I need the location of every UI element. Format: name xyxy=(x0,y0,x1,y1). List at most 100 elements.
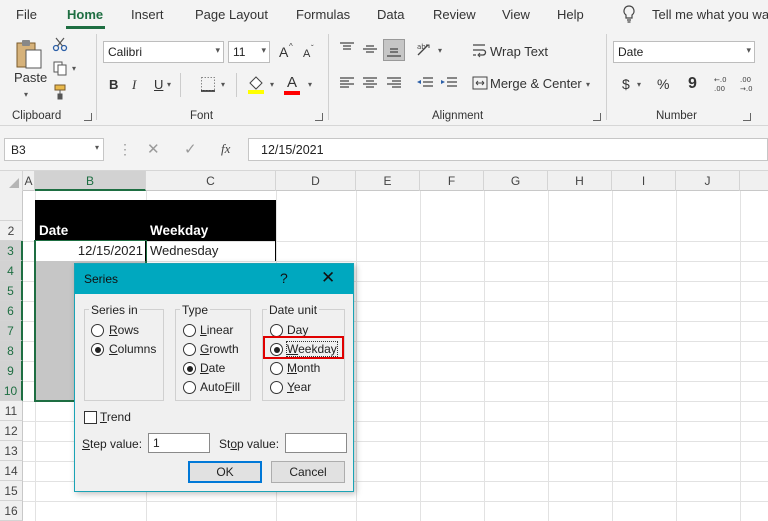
radio-autofill[interactable] xyxy=(183,381,196,394)
column-header-a[interactable]: A xyxy=(23,171,35,191)
cell-c2-weekday-header[interactable]: Weekday xyxy=(146,221,276,241)
cell-b3[interactable]: 12/15/2021 xyxy=(36,241,146,261)
orientation-dropdown-icon[interactable]: ▾ xyxy=(438,46,442,55)
decrease-decimal-icon[interactable]: .00 →.0 xyxy=(740,74,760,95)
radio-linear[interactable] xyxy=(183,324,196,337)
radio-rows[interactable] xyxy=(91,324,104,337)
row-header-8[interactable]: 8 xyxy=(0,341,23,361)
row-header-16[interactable]: 16 xyxy=(0,501,23,521)
drag-handle-icon[interactable]: ⋮ xyxy=(118,141,132,158)
column-header-h[interactable]: H xyxy=(548,171,612,191)
row-header-10[interactable]: 10 xyxy=(0,381,23,401)
alignment-launcher-icon[interactable] xyxy=(593,113,601,121)
label-trend[interactable]: Trend xyxy=(100,410,131,424)
row-header-1[interactable] xyxy=(0,191,23,221)
underline-button[interactable]: U xyxy=(154,77,163,93)
increase-indent-icon[interactable] xyxy=(440,76,458,93)
merge-center-icon[interactable] xyxy=(472,76,488,93)
tab-page-layout[interactable]: Page Layout xyxy=(195,7,268,22)
insert-function-button[interactable]: fx xyxy=(221,141,230,157)
number-launcher-icon[interactable] xyxy=(743,113,751,121)
radio-year[interactable] xyxy=(270,381,283,394)
copy-icon[interactable] xyxy=(52,60,68,79)
paste-button[interactable]: Paste xyxy=(14,70,47,86)
percent-button[interactable]: % xyxy=(657,76,669,92)
label-linear[interactable]: Linear xyxy=(200,323,233,337)
orientation-icon[interactable]: ab xyxy=(416,41,434,60)
font-name-combo[interactable]: Calibri ▾ xyxy=(103,41,224,63)
label-day[interactable]: Day xyxy=(287,323,308,337)
label-autofill[interactable]: AutoFill xyxy=(200,380,240,394)
font-size-combo[interactable]: 11 ▾ xyxy=(228,41,270,63)
label-date[interactable]: Date xyxy=(200,361,225,375)
dialog-close-icon[interactable]: ✕ xyxy=(321,268,335,288)
column-header-j[interactable]: J xyxy=(676,171,740,191)
row-header-9[interactable]: 9 xyxy=(0,361,23,381)
tab-data[interactable]: Data xyxy=(377,7,404,22)
font-color-button[interactable]: A xyxy=(287,75,297,91)
name-box[interactable]: B3 ▾ xyxy=(4,138,104,161)
cancel-entry-icon[interactable]: ✕ xyxy=(147,140,160,158)
cell-b2-date-header[interactable]: Date xyxy=(35,221,146,241)
align-bottom-icon[interactable] xyxy=(383,39,405,61)
align-top-icon[interactable] xyxy=(339,42,355,59)
column-header-c[interactable]: C xyxy=(146,171,276,191)
align-middle-icon[interactable] xyxy=(362,42,378,59)
step-value-input[interactable]: 1 xyxy=(148,433,210,453)
row-header-7[interactable]: 7 xyxy=(0,321,23,341)
column-header-d[interactable]: D xyxy=(276,171,356,191)
column-header-e[interactable]: E xyxy=(356,171,420,191)
paste-icon[interactable] xyxy=(14,38,44,73)
font-launcher-icon[interactable] xyxy=(315,113,323,121)
label-month[interactable]: Month xyxy=(287,361,320,375)
wrap-text-icon[interactable] xyxy=(472,42,488,61)
label-rows[interactable]: Rows xyxy=(109,323,139,337)
radio-month[interactable] xyxy=(270,362,283,375)
row-header-5[interactable]: 5 xyxy=(0,281,23,301)
comma-style-button[interactable]: 9 xyxy=(688,76,697,92)
increase-decimal-icon[interactable]: ←.0.00 xyxy=(714,74,734,95)
paste-dropdown-icon[interactable]: ▾ xyxy=(24,90,28,99)
radio-growth[interactable] xyxy=(183,343,196,356)
font-color-dropdown-icon[interactable]: ▾ xyxy=(308,80,312,89)
wrap-text-button[interactable]: Wrap Text xyxy=(490,44,548,60)
tab-formulas[interactable]: Formulas xyxy=(296,7,350,22)
row-header-4[interactable]: 4 xyxy=(0,261,23,281)
lightbulb-icon[interactable] xyxy=(622,5,636,26)
dialog-help-button[interactable]: ? xyxy=(280,270,288,286)
row-header-2[interactable]: 2 xyxy=(0,221,23,241)
column-header-b[interactable]: B xyxy=(35,171,146,191)
number-format-combo[interactable]: Date ▾ xyxy=(613,41,755,63)
tab-view[interactable]: View xyxy=(502,7,530,22)
align-left-icon[interactable] xyxy=(339,76,355,93)
formula-input[interactable]: 12/15/2021 xyxy=(248,138,768,161)
label-growth[interactable]: Growth xyxy=(200,342,239,356)
row-header-15[interactable]: 15 xyxy=(0,481,23,501)
italic-button[interactable]: I xyxy=(132,77,136,93)
row-header-11[interactable]: 11 xyxy=(0,401,23,421)
increase-font-size-button[interactable]: A xyxy=(279,44,288,60)
stop-value-input[interactable] xyxy=(285,433,347,453)
currency-dropdown-icon[interactable]: ▾ xyxy=(637,80,641,89)
select-all-corner[interactable] xyxy=(0,171,23,191)
tab-file[interactable]: File xyxy=(16,7,37,22)
borders-icon[interactable] xyxy=(200,76,216,95)
label-columns[interactable]: Columns xyxy=(109,342,156,356)
align-center-icon[interactable] xyxy=(362,76,378,93)
decrease-indent-icon[interactable] xyxy=(416,76,434,93)
fill-color-dropdown-icon[interactable]: ▾ xyxy=(270,80,274,89)
clipboard-launcher-icon[interactable] xyxy=(84,113,92,121)
copy-dropdown-icon[interactable]: ▾ xyxy=(72,64,76,73)
cancel-button[interactable]: Cancel xyxy=(271,461,345,483)
currency-button[interactable]: $ xyxy=(622,76,630,92)
decrease-font-size-button[interactable]: A xyxy=(303,46,310,62)
radio-date[interactable] xyxy=(183,362,196,375)
row-header-12[interactable]: 12 xyxy=(0,421,23,441)
row-header-3[interactable]: 3 xyxy=(0,241,23,261)
row-header-13[interactable]: 13 xyxy=(0,441,23,461)
confirm-entry-icon[interactable]: ✓ xyxy=(184,140,197,158)
tab-insert[interactable]: Insert xyxy=(131,7,164,22)
column-header-f[interactable]: F xyxy=(420,171,484,191)
tell-me-search[interactable]: Tell me what you wa xyxy=(652,7,768,22)
tab-help[interactable]: Help xyxy=(557,7,584,22)
